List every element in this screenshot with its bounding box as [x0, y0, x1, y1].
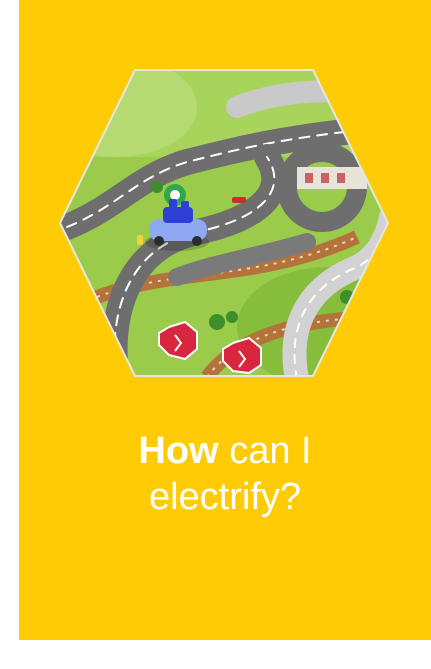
small-red-car — [232, 197, 246, 203]
bush — [209, 314, 225, 330]
headline-bold-word: How — [138, 430, 219, 472]
card-headline: How can I electrify? — [19, 428, 431, 520]
electrify-card[interactable]: How can I electrify? — [19, 0, 431, 640]
headline-rest: can I — [229, 430, 312, 472]
play-mat-photo — [57, 67, 391, 379]
headline-line-1: How can I — [19, 428, 431, 474]
headline-line-2: electrify? — [148, 476, 302, 518]
